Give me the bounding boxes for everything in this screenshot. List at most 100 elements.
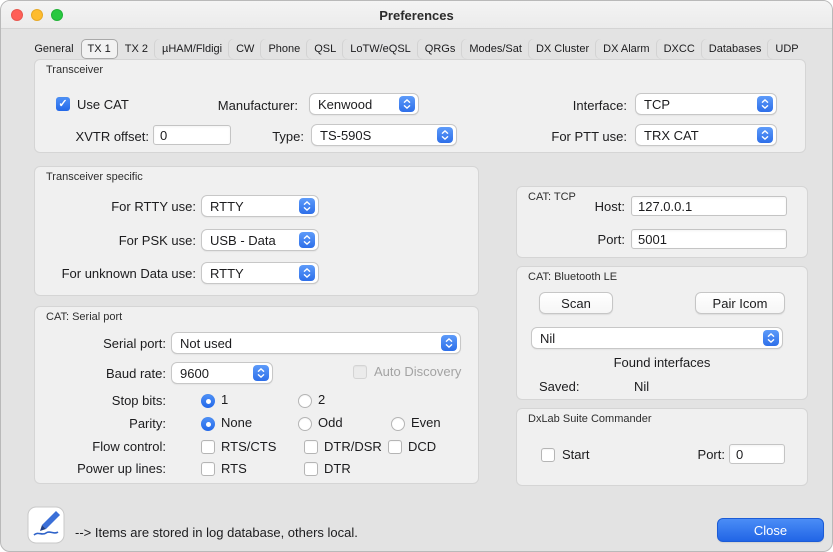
tab-qsl[interactable]: QSL <box>307 39 343 59</box>
chevron-up-down-icon <box>757 96 773 112</box>
logbook-app-icon <box>27 506 65 544</box>
tab-dx-alarm[interactable]: DX Alarm <box>596 39 656 59</box>
title-bar: Preferences <box>1 1 832 29</box>
serial-port-label: Serial port: <box>86 336 166 351</box>
xvtr-offset-input[interactable] <box>153 125 231 145</box>
parity-none-radio[interactable] <box>201 417 215 431</box>
ptt-label: For PTT use: <box>539 129 627 144</box>
flow-rts-cts-checkbox[interactable] <box>201 440 215 454</box>
host-label: Host: <box>577 199 625 214</box>
manufacturer-select[interactable]: Kenwood <box>309 93 419 115</box>
bluetooth-device-value: Nil <box>540 331 759 346</box>
cat-tcp-group-label: CAT: TCP <box>528 191 576 203</box>
manufacturer-label: Manufacturer: <box>186 98 298 113</box>
psk-use-label: For PSK use: <box>94 233 196 248</box>
chevron-up-down-icon <box>253 365 269 381</box>
rtty-use-label: For RTTY use: <box>94 199 196 214</box>
power-dtr-label: DTR <box>324 461 351 476</box>
type-label: Type: <box>252 129 304 144</box>
tcp-port-input[interactable] <box>631 229 787 249</box>
parity-odd-radio[interactable] <box>298 417 312 431</box>
found-interfaces-label: Found interfaces <box>516 355 808 370</box>
chevron-up-down-icon <box>399 96 415 112</box>
tcp-port-label: Port: <box>577 232 625 247</box>
pair-icom-button[interactable]: Pair Icom <box>695 292 785 314</box>
unknown-data-use-value: RTTY <box>210 266 295 281</box>
parity-none-label: None <box>221 415 252 430</box>
auto-discovery-checkbox <box>353 365 367 379</box>
saved-value: Nil <box>634 379 649 394</box>
parity-even-label: Even <box>411 415 441 430</box>
tab-modes-sat[interactable]: Modes/Sat <box>462 39 529 59</box>
power-rts-label: RTS <box>221 461 247 476</box>
power-up-lines-label: Power up lines: <box>56 461 166 476</box>
host-input[interactable] <box>631 196 787 216</box>
serial-port-select[interactable]: Not used <box>171 332 461 354</box>
ptt-select[interactable]: TRX CAT <box>635 124 777 146</box>
dxlab-start-checkbox[interactable] <box>541 448 555 462</box>
tab-general[interactable]: General <box>27 39 80 59</box>
ptt-value: TRX CAT <box>644 128 753 143</box>
serial-port-group-label: CAT: Serial port <box>46 311 122 323</box>
tab-tx1[interactable]: TX 1 <box>81 39 118 59</box>
bluetooth-device-select[interactable]: Nil <box>531 327 783 349</box>
tab-tx2[interactable]: TX 2 <box>118 39 155 59</box>
psk-use-value: USB - Data <box>210 233 295 248</box>
flow-control-label: Flow control: <box>56 439 166 454</box>
flow-rts-cts-label: RTS/CTS <box>221 439 276 454</box>
interface-select[interactable]: TCP <box>635 93 777 115</box>
interface-value: TCP <box>644 97 753 112</box>
parity-even-radio[interactable] <box>391 417 405 431</box>
baud-rate-select[interactable]: 9600 <box>171 362 273 384</box>
flow-dtr-dsr-checkbox[interactable] <box>304 440 318 454</box>
stop-bits-1-radio[interactable] <box>201 394 215 408</box>
parity-odd-label: Odd <box>318 415 343 430</box>
interface-label: Interface: <box>547 98 627 113</box>
bluetooth-group-label: CAT: Bluetooth LE <box>528 271 617 283</box>
type-select[interactable]: TS-590S <box>311 124 457 146</box>
unknown-data-use-label: For unknown Data use: <box>46 266 196 281</box>
chevron-up-down-icon <box>441 335 457 351</box>
transceiver-specific-group-label: Transceiver specific <box>46 171 143 183</box>
stop-bits-2-label: 2 <box>318 392 325 407</box>
psk-use-select[interactable]: USB - Data <box>201 229 319 251</box>
close-button[interactable]: Close <box>717 518 824 542</box>
tab-phone[interactable]: Phone <box>261 39 307 59</box>
use-cat-checkbox[interactable] <box>56 97 70 111</box>
power-dtr-checkbox[interactable] <box>304 462 318 476</box>
scan-button[interactable]: Scan <box>539 292 613 314</box>
unknown-data-use-select[interactable]: RTTY <box>201 262 319 284</box>
stop-bits-2-radio[interactable] <box>298 394 312 408</box>
rtty-use-value: RTTY <box>210 199 295 214</box>
tab-qrgs[interactable]: QRGs <box>418 39 463 59</box>
tab-lotw-eqsl[interactable]: LoTW/eQSL <box>343 39 418 59</box>
flow-dtr-dsr-label: DTR/DSR <box>324 439 382 454</box>
chevron-up-down-icon <box>299 198 315 214</box>
chevron-up-down-icon <box>299 232 315 248</box>
saved-label: Saved: <box>539 379 579 394</box>
dxlab-start-label: Start <box>562 447 589 462</box>
tab-uham-fldigi[interactable]: µHAM/Fldigi <box>155 39 229 59</box>
tab-udp[interactable]: UDP <box>768 39 805 59</box>
preferences-window: Preferences General TX 1 TX 2 µHAM/Fldig… <box>0 0 833 552</box>
baud-rate-label: Baud rate: <box>86 366 166 381</box>
transceiver-group-label: Transceiver <box>46 64 103 76</box>
baud-rate-value: 9600 <box>180 366 249 381</box>
preferences-tab-bar: General TX 1 TX 2 µHAM/Fldigi CW Phone Q… <box>1 38 832 59</box>
tab-dxcc[interactable]: DXCC <box>657 39 702 59</box>
flow-dcd-label: DCD <box>408 439 436 454</box>
tab-dx-cluster[interactable]: DX Cluster <box>529 39 596 59</box>
dxlab-group-label: DxLab Suite Commander <box>528 413 652 425</box>
auto-discovery-label: Auto Discovery <box>374 364 461 379</box>
power-rts-checkbox[interactable] <box>201 462 215 476</box>
dxlab-port-input[interactable] <box>729 444 785 464</box>
tab-databases[interactable]: Databases <box>702 39 769 59</box>
chevron-up-down-icon <box>299 265 315 281</box>
window-title: Preferences <box>1 8 832 23</box>
parity-label: Parity: <box>86 416 166 431</box>
tab-cw[interactable]: CW <box>229 39 261 59</box>
flow-dcd-checkbox[interactable] <box>388 440 402 454</box>
manufacturer-value: Kenwood <box>318 97 395 112</box>
rtty-use-select[interactable]: RTTY <box>201 195 319 217</box>
dxlab-port-label: Port: <box>685 447 725 462</box>
